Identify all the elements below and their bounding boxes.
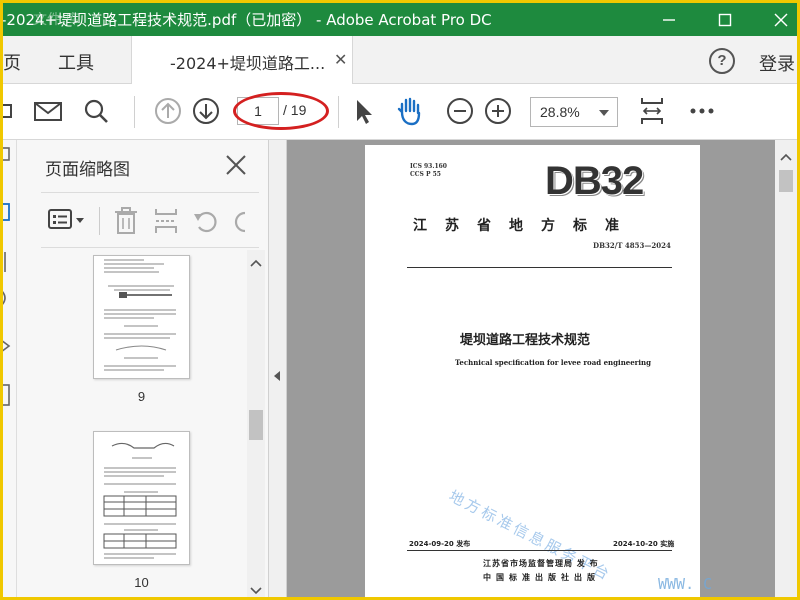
rail-icons[interactable] bbox=[3, 140, 17, 440]
doc-ccs-code: CCS P 55 bbox=[410, 171, 441, 178]
thumbnail-preview bbox=[103, 442, 177, 559]
thumbnail-scrollbar[interactable] bbox=[247, 250, 265, 597]
thumbnail-page-label: 9 bbox=[137, 389, 146, 404]
app-window: -2024+堤坝道路工程技术规范.pdf（已加密） - Adobe Acroba… bbox=[3, 3, 797, 597]
rotate-left-icon[interactable] bbox=[191, 205, 221, 237]
left-rail bbox=[3, 140, 17, 597]
thumbnail-list: 9 10 bbox=[17, 250, 247, 597]
search-icon bbox=[84, 99, 108, 123]
zoom-out-icon bbox=[447, 98, 473, 124]
zoom-in-icon bbox=[485, 98, 511, 124]
tab-close-icon[interactable]: ✕ bbox=[334, 50, 347, 70]
doc-watermark: 地方标准信息服务平台 bbox=[445, 486, 615, 585]
doc-title: 堤坝道路工程技术规范 bbox=[460, 333, 591, 348]
thumbnail-panel: 页面缩略图 9 10 bbox=[17, 140, 269, 597]
arrow-up-circle-icon bbox=[155, 98, 181, 124]
thumbnail-preview bbox=[104, 259, 176, 371]
thumbnail-page-label: 10 bbox=[134, 575, 149, 590]
search-button[interactable] bbox=[79, 94, 113, 128]
collapse-panel-icon[interactable] bbox=[274, 371, 280, 381]
toolbar: 1 / 19 28.8% bbox=[3, 84, 797, 140]
panel-close-button[interactable] bbox=[223, 152, 249, 178]
tab-document-label: -2024+堤坝道路工... bbox=[170, 54, 326, 73]
more-horizontal-icon bbox=[690, 108, 714, 114]
doc-ics-code: ICS 93.160 bbox=[410, 163, 447, 170]
hand-icon bbox=[397, 97, 421, 126]
top-watermark: 文件 库 bbox=[33, 12, 80, 28]
prev-page-button[interactable] bbox=[151, 94, 185, 128]
cursor-arrow-icon bbox=[357, 100, 372, 124]
panel-divider bbox=[99, 207, 100, 235]
zoom-in-button[interactable] bbox=[481, 94, 515, 128]
panel-splitter[interactable] bbox=[269, 140, 287, 597]
document-viewport[interactable]: ICS 93.160 CCS P 55 DB32 江苏省地方标准 DB32/T … bbox=[287, 140, 775, 597]
help-button[interactable]: ? bbox=[709, 48, 735, 74]
document-scrollbar[interactable] bbox=[775, 140, 797, 597]
rotate-right-icon[interactable] bbox=[233, 205, 253, 237]
extract-pages-icon[interactable] bbox=[151, 205, 181, 237]
close-icon bbox=[226, 155, 246, 175]
fit-page-button[interactable] bbox=[635, 94, 669, 128]
annotation-ellipse bbox=[233, 92, 329, 130]
panel-toolbar bbox=[41, 192, 259, 248]
email-button[interactable] bbox=[31, 94, 65, 128]
doc-logo: DB32 bbox=[545, 159, 644, 203]
chevron-up-icon[interactable] bbox=[775, 150, 797, 164]
maximize-button[interactable] bbox=[695, 3, 755, 36]
scrollbar-thumb[interactable] bbox=[779, 170, 793, 192]
doc-publish-date: 2024-09-20 发布 bbox=[409, 540, 471, 548]
zoom-value: 28.8% bbox=[540, 104, 580, 120]
doc-implement-date: 2024-10-20 实施 bbox=[613, 540, 675, 548]
close-button[interactable] bbox=[751, 3, 797, 36]
doc-province: 江苏省地方标准 bbox=[413, 218, 637, 234]
doc-title-english: Technical specification for levee road e… bbox=[455, 358, 652, 367]
zoom-select[interactable]: 28.8% bbox=[530, 97, 618, 127]
nav-home[interactable]: 主页 bbox=[3, 49, 21, 75]
thumbnail-options-button[interactable] bbox=[47, 206, 91, 236]
nav-tools[interactable]: 工具 bbox=[58, 49, 94, 75]
close-icon bbox=[774, 13, 788, 26]
scrollbar-thumb[interactable] bbox=[249, 410, 263, 440]
title-bar: -2024+堤坝道路工程技术规范.pdf（已加密） - Adobe Acroba… bbox=[3, 3, 797, 36]
doc-publisher: 中国标准出版社出版 bbox=[483, 573, 600, 582]
login-button[interactable]: 登录 bbox=[759, 50, 795, 76]
chevron-down-icon bbox=[599, 110, 609, 116]
chevron-down-icon[interactable] bbox=[247, 584, 265, 597]
doc-divider bbox=[407, 267, 672, 268]
thumbnail-page-10[interactable] bbox=[93, 431, 190, 565]
panel-title: 页面缩略图 bbox=[45, 160, 130, 180]
print-button[interactable] bbox=[3, 94, 17, 128]
pdf-page: ICS 93.160 CCS P 55 DB32 江苏省地方标准 DB32/T … bbox=[365, 145, 700, 597]
more-tools-button[interactable] bbox=[685, 94, 719, 128]
fit-page-icon bbox=[641, 98, 663, 124]
zoom-out-button[interactable] bbox=[443, 94, 477, 128]
trash-icon[interactable] bbox=[111, 205, 141, 237]
tab-bar: 主页 工具 -2024+堤坝道路工... ✕ ? 登录 bbox=[3, 36, 797, 84]
thumbnail-page-9[interactable] bbox=[93, 255, 190, 379]
select-tool-button[interactable] bbox=[345, 94, 379, 128]
toolbar-divider bbox=[134, 96, 135, 128]
doc-ics: ICS 93.160 CCS P 55 bbox=[410, 163, 447, 179]
minimize-icon bbox=[663, 18, 675, 21]
tab-document[interactable]: -2024+堤坝道路工... ✕ bbox=[131, 36, 353, 84]
arrow-down-circle-icon bbox=[193, 98, 219, 124]
doc-standard-code: DB32/T 4853—2024 bbox=[593, 241, 671, 250]
hand-tool-button[interactable] bbox=[393, 94, 427, 128]
next-page-button[interactable] bbox=[189, 94, 223, 128]
maximize-icon bbox=[718, 13, 732, 26]
doc-divider bbox=[407, 550, 672, 551]
toolbar-divider bbox=[338, 96, 339, 128]
minimize-button[interactable] bbox=[639, 3, 699, 36]
chevron-up-icon[interactable] bbox=[247, 256, 265, 270]
doc-issuer: 江苏省市场监督管理局 发 布 bbox=[483, 559, 599, 568]
print-icon bbox=[3, 104, 12, 118]
bottom-watermark: WWW. C bbox=[658, 575, 713, 593]
email-icon bbox=[34, 102, 62, 121]
